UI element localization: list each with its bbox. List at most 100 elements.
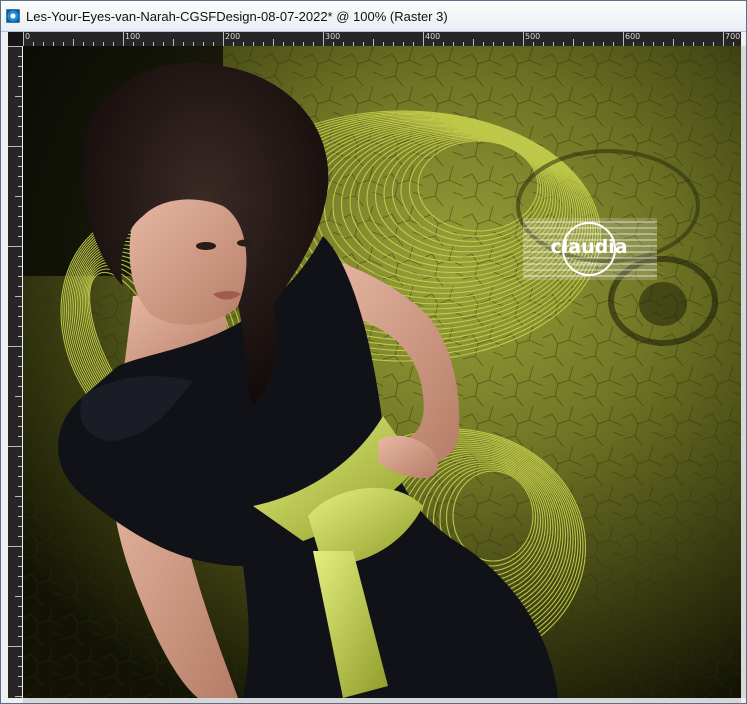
watermark-text: claudia	[550, 236, 627, 258]
ruler-tick	[18, 256, 22, 257]
ruler-tick	[673, 39, 674, 46]
ruler-tick	[18, 116, 22, 117]
ruler-tick	[18, 226, 22, 227]
paint-shop-pro-icon	[6, 9, 20, 23]
ruler-tick	[18, 366, 22, 367]
ruler-tick	[18, 376, 22, 377]
ruler-tick	[18, 516, 22, 517]
ruler-tick	[273, 39, 274, 46]
ruler-tick	[8, 46, 22, 47]
ruler-corner	[8, 32, 23, 46]
ruler-tick	[18, 86, 22, 87]
ruler-tick	[18, 556, 22, 557]
ruler-tick	[15, 296, 22, 297]
ruler-tick	[423, 32, 424, 46]
ruler-label: 200	[225, 32, 241, 41]
ruler-tick	[18, 486, 22, 487]
ruler-tick	[18, 656, 22, 657]
ruler-tick	[18, 606, 22, 607]
watermark-subtext: CGSFDesign	[574, 262, 605, 268]
ruler-tick	[323, 32, 324, 46]
ruler-tick	[18, 326, 22, 327]
ruler-label: 100	[125, 32, 141, 41]
ruler-tick	[18, 56, 22, 57]
ruler-tick	[18, 216, 22, 217]
window-title: Les-Your-Eyes-van-Narah-CGSFDesign-08-07…	[26, 8, 448, 24]
ruler-tick	[18, 406, 22, 407]
ruler-tick	[18, 186, 22, 187]
ruler-tick	[15, 596, 22, 597]
document-window[interactable]: Les-Your-Eyes-van-Narah-CGSFDesign-08-07…	[0, 0, 747, 704]
ruler-tick	[173, 39, 174, 46]
ruler-tick	[15, 196, 22, 197]
ruler-label: 300	[325, 32, 341, 41]
ruler-tick	[18, 576, 22, 577]
ruler-tick	[18, 676, 22, 677]
ruler-label: 600	[625, 32, 641, 41]
vertical-ruler[interactable]	[8, 46, 22, 698]
ruler-tick	[18, 636, 22, 637]
title-bar[interactable]: Les-Your-Eyes-van-Narah-CGSFDesign-08-07…	[1, 1, 746, 32]
ruler-tick	[123, 32, 124, 46]
ruler-tick	[18, 166, 22, 167]
canvas-border-bottom	[23, 698, 741, 703]
ruler-tick	[18, 266, 22, 267]
ruler-tick	[18, 356, 22, 357]
ruler-tick	[18, 306, 22, 307]
ruler-tick	[18, 176, 22, 177]
ruler-tick	[573, 39, 574, 46]
ruler-tick	[18, 466, 22, 467]
ruler-tick	[8, 446, 22, 447]
ruler-tick	[223, 32, 224, 46]
ruler-tick	[15, 696, 22, 697]
ruler-label: 500	[525, 32, 541, 41]
ruler-tick	[23, 32, 24, 46]
ruler-tick	[18, 536, 22, 537]
ruler-tick	[18, 566, 22, 567]
ruler-label: 400	[425, 32, 441, 41]
ruler-tick	[18, 586, 22, 587]
ruler-tick	[18, 66, 22, 67]
ruler-label: 0	[25, 32, 31, 41]
ruler-tick	[18, 206, 22, 207]
ruler-tick	[15, 96, 22, 97]
ruler-tick	[18, 426, 22, 427]
watermark-logo: claudia CGSFDesign	[523, 218, 657, 280]
horizontal-ruler[interactable]: 0 100 200 300 400 500 600 700	[23, 32, 741, 46]
ruler-tick	[18, 126, 22, 127]
ruler-tick	[523, 32, 524, 46]
ruler-tick	[18, 686, 22, 687]
ruler-tick	[18, 386, 22, 387]
ruler-tick	[18, 476, 22, 477]
ruler-tick	[18, 616, 22, 617]
ruler-tick	[18, 106, 22, 107]
ruler-tick	[15, 396, 22, 397]
ruler-tick	[8, 546, 22, 547]
ruler-tick	[18, 76, 22, 77]
image-canvas[interactable]: claudia CGSFDesign	[23, 46, 741, 698]
ruler-tick	[18, 456, 22, 457]
ruler-tick	[8, 346, 22, 347]
ruler-tick	[18, 506, 22, 507]
ruler-tick	[18, 136, 22, 137]
ruler-tick	[18, 286, 22, 287]
ruler-tick	[18, 236, 22, 237]
artwork: claudia CGSFDesign	[23, 46, 741, 698]
canvas-border-right	[741, 46, 746, 698]
ruler-tick	[18, 526, 22, 527]
ruler-tick	[18, 336, 22, 337]
ruler-tick	[18, 626, 22, 627]
ruler-tick	[73, 39, 74, 46]
ruler-tick	[18, 416, 22, 417]
ruler-tick	[18, 436, 22, 437]
ruler-tick	[473, 39, 474, 46]
ruler-tick	[15, 496, 22, 497]
ruler-tick	[8, 246, 22, 247]
ruler-tick	[18, 156, 22, 157]
ruler-tick	[723, 32, 724, 46]
ruler-label: 700	[725, 32, 741, 41]
ruler-tick	[8, 146, 22, 147]
ruler-tick	[18, 276, 22, 277]
ruler-tick	[18, 316, 22, 317]
ruler-tick	[18, 666, 22, 667]
